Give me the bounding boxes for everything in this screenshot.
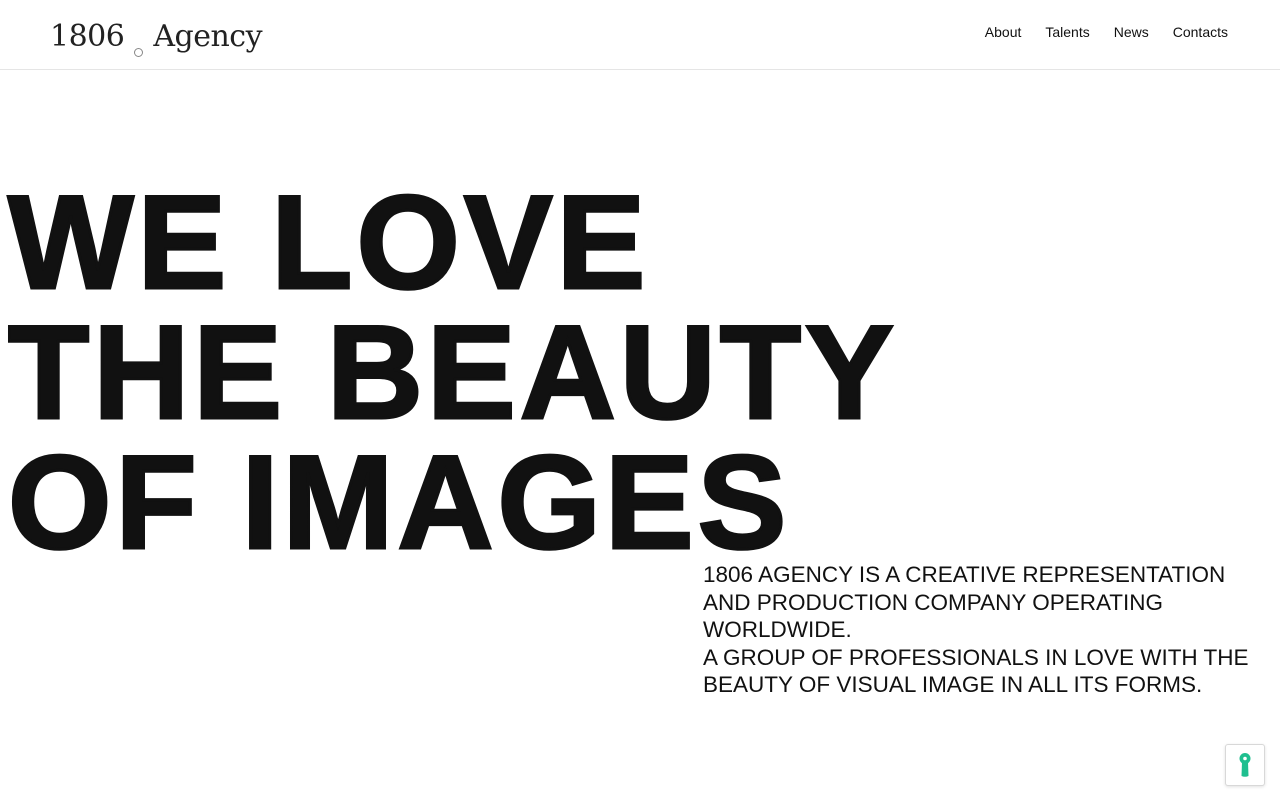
description-paragraph-1: 1806 AGENCY IS A CREATIVE REPRESENTATION… [703,562,1226,642]
hero-heading: WE LOVE THE BEAUTY OF IMAGES [7,169,898,577]
page: 1806 Agency About Talents News Contacts … [0,0,1280,800]
logo-dot-icon [134,47,144,57]
privacy-widget-button[interactable] [1225,744,1265,786]
logo[interactable]: 1806 Agency [50,16,263,57]
nav-link-news[interactable]: News [1114,24,1149,40]
site-header: 1806 Agency About Talents News Contacts [0,0,1280,70]
agency-description: 1806 AGENCY IS A CREATIVE REPRESENTATION… [703,561,1273,699]
main-nav: About Talents News Contacts [985,24,1228,40]
logo-text-name: Agency [153,18,263,54]
hero-line-1: WE LOVE [7,169,650,317]
nav-link-contacts[interactable]: Contacts [1173,24,1228,40]
nav-link-talents[interactable]: Talents [1045,24,1089,40]
keyhole-icon [1239,753,1251,777]
logo-text-number: 1806 [50,18,125,54]
hero-line-2: THE BEAUTY [7,299,898,447]
description-paragraph-2: A GROUP OF PROFESSIONALS IN LOVE WITH TH… [703,644,1249,698]
hero-line-3: OF IMAGES [7,429,791,577]
nav-link-about[interactable]: About [985,24,1022,40]
